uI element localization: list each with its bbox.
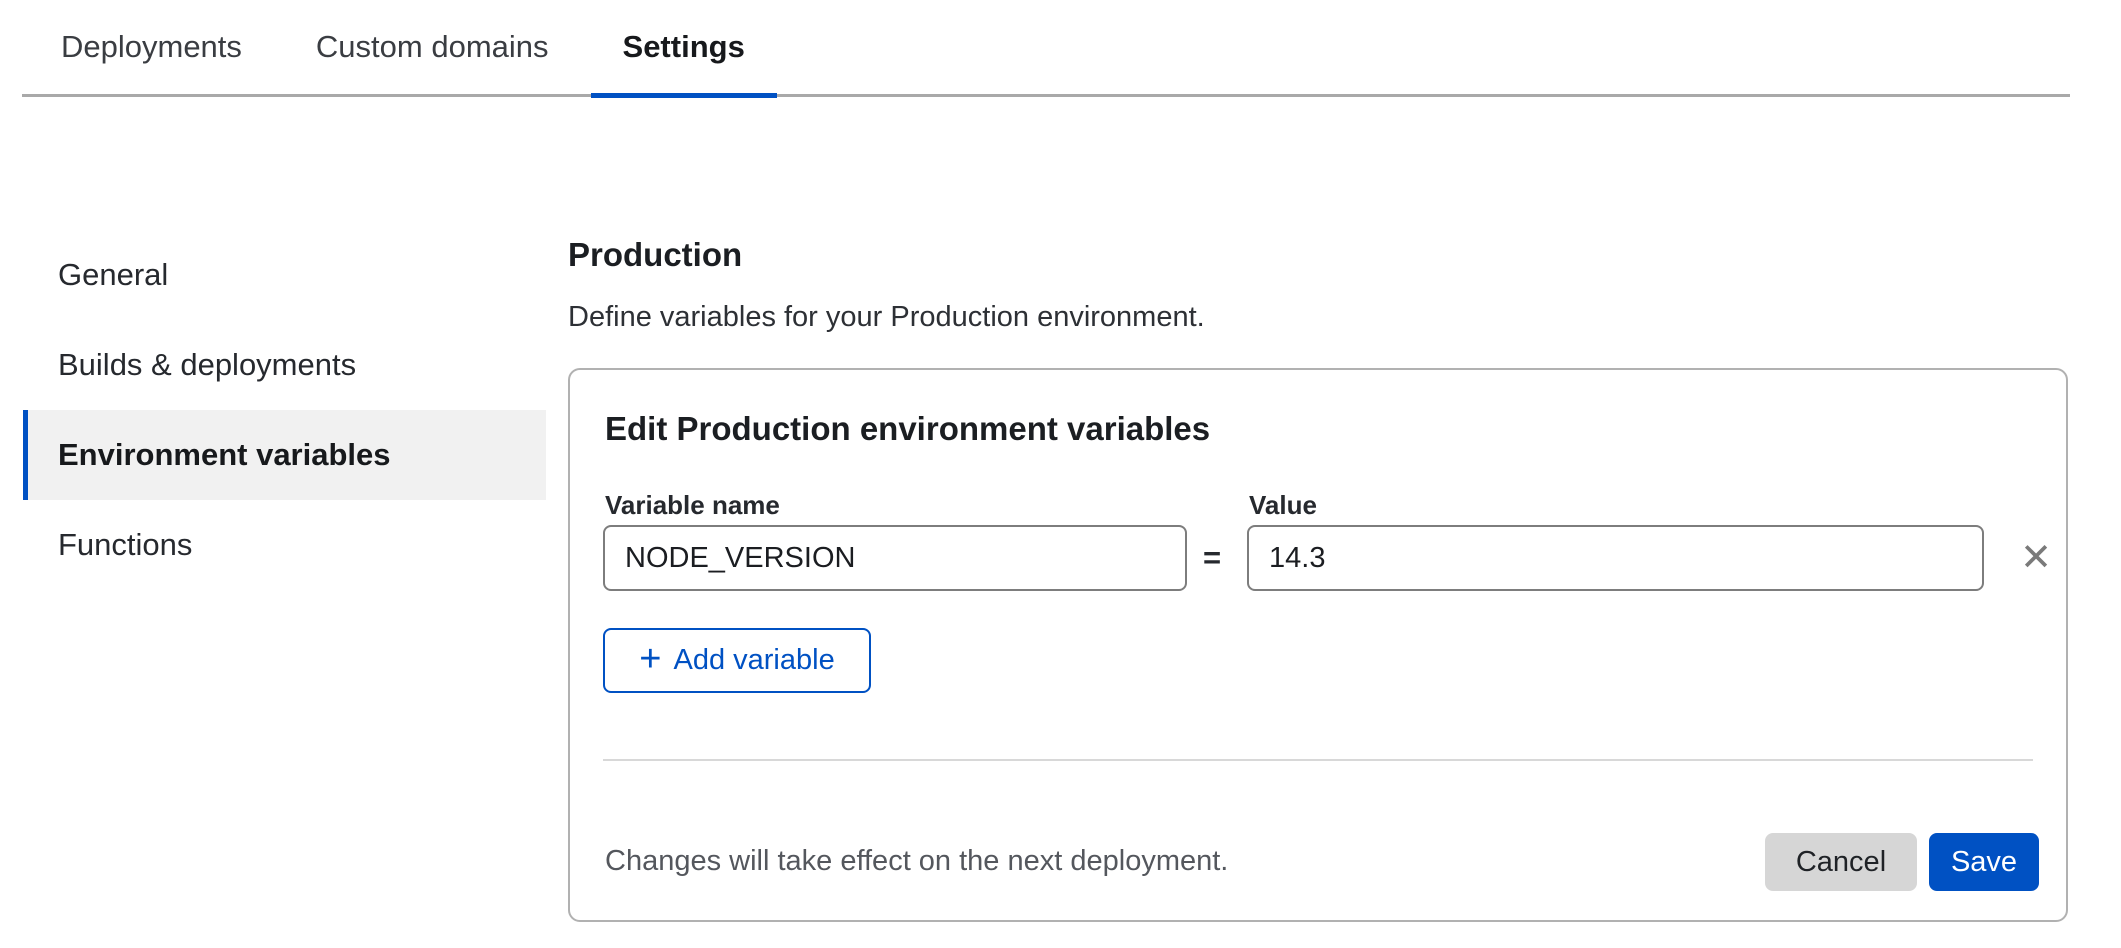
tab-bar: Deployments Custom domains Settings — [22, 0, 2070, 97]
value-input[interactable] — [1247, 525, 1984, 591]
add-variable-button[interactable]: + Add variable — [603, 628, 871, 693]
sidebar-item-environment-variables[interactable]: Environment variables — [23, 410, 546, 500]
value-label: Value — [1249, 490, 1317, 521]
tab-settings[interactable]: Settings — [591, 0, 777, 94]
environment-variables-card: Edit Production environment variables Va… — [568, 368, 2068, 922]
card-divider — [603, 759, 2033, 761]
tab-deployments[interactable]: Deployments — [29, 0, 274, 94]
x-icon: ✕ — [2020, 539, 2052, 577]
tab-custom-domains[interactable]: Custom domains — [284, 0, 581, 94]
sidebar-item-builds-deployments[interactable]: Builds & deployments — [23, 320, 546, 410]
section-title: Production — [568, 236, 742, 274]
equals-sign: = — [1190, 525, 1234, 591]
section-description: Define variables for your Production env… — [568, 301, 1205, 334]
save-button[interactable]: Save — [1929, 833, 2039, 891]
cancel-button[interactable]: Cancel — [1765, 833, 1917, 891]
settings-sidebar: General Builds & deployments Environment… — [23, 230, 546, 590]
sidebar-item-functions[interactable]: Functions — [23, 500, 546, 590]
page: Deployments Custom domains Settings Gene… — [0, 0, 2121, 948]
remove-variable-button[interactable]: ✕ — [2008, 530, 2064, 586]
card-title: Edit Production environment variables — [605, 410, 1210, 448]
plus-icon: + — [639, 640, 661, 678]
footer-note: Changes will take effect on the next dep… — [605, 845, 1228, 878]
add-variable-label: Add variable — [673, 644, 834, 677]
sidebar-item-general[interactable]: General — [23, 230, 546, 320]
variable-name-input[interactable] — [603, 525, 1187, 591]
variable-name-label: Variable name — [605, 490, 780, 521]
